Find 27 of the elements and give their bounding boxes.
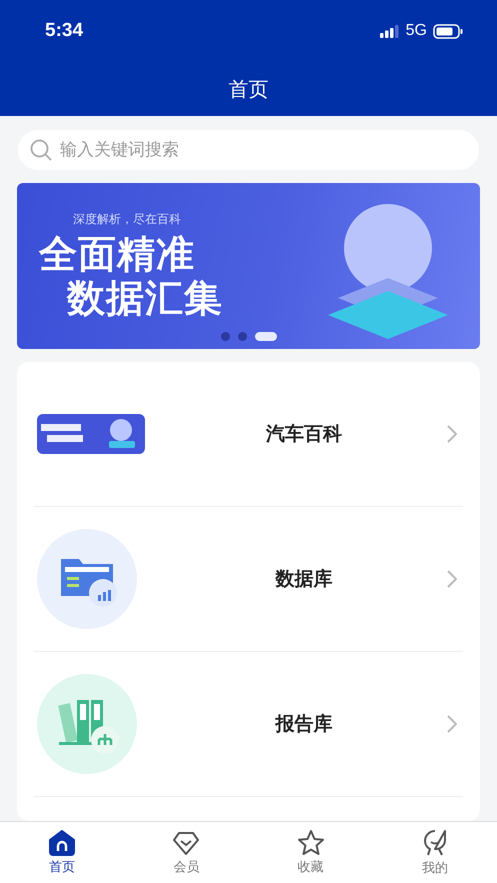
banner-tagline: 深度解析，尽在百科: [72, 211, 182, 228]
menu-item-label[interactable]: 汽车百科: [161, 421, 447, 447]
home-icon: [49, 830, 76, 856]
signal-icon: [380, 24, 400, 38]
tab-bar-item[interactable]: 收藏: [248, 822, 373, 883]
carousel-dot[interactable]: [221, 332, 230, 341]
chevron-right-icon: [447, 425, 457, 443]
menu-item-label[interactable]: 数据库: [161, 566, 447, 592]
page-title: 首页: [228, 76, 268, 102]
banner[interactable]: 深度解析，尽在百科 全面精准 数据汇集: [17, 183, 480, 349]
search-field[interactable]: 输入关键词搜索: [18, 130, 479, 170]
tab-bar-item[interactable]: 首页: [0, 822, 124, 883]
battery-icon: [433, 24, 463, 38]
folder-chart-icon: [37, 529, 137, 629]
chevron-right-icon: [447, 715, 457, 733]
diamond-icon: [172, 830, 200, 856]
banner-headline: 全面精准: [39, 232, 196, 276]
binders-icon: [37, 674, 137, 774]
chevron-right-icon: [447, 570, 457, 588]
tab-bar-item[interactable]: 会员: [124, 822, 248, 883]
status-time: 5:34: [45, 20, 84, 42]
star-icon: [296, 829, 325, 856]
network-label: 5G: [406, 22, 427, 40]
carousel-dot[interactable]: [238, 332, 247, 341]
banner-headline: 数据汇集: [66, 276, 223, 320]
tab-bar-item[interactable]: 我的: [372, 822, 497, 883]
menu-item-label[interactable]: 报告库: [161, 711, 447, 737]
